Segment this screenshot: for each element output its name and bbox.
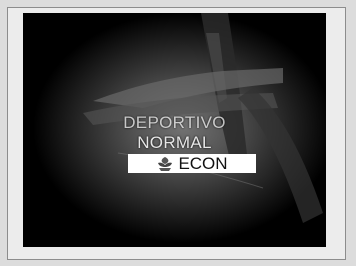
mode-option-normal: NORMAL <box>137 133 212 152</box>
figure-frame: DEPORTIVO NORMAL ECON <box>7 7 346 260</box>
mode-option-deportivo: DEPORTIVO <box>123 113 226 132</box>
drive-mode-display: DEPORTIVO NORMAL ECON <box>23 13 326 247</box>
mode-option-econ-selected: ECON <box>128 154 256 173</box>
mode-label-econ: ECON <box>178 153 228 173</box>
econ-leaf-icon <box>158 156 173 171</box>
